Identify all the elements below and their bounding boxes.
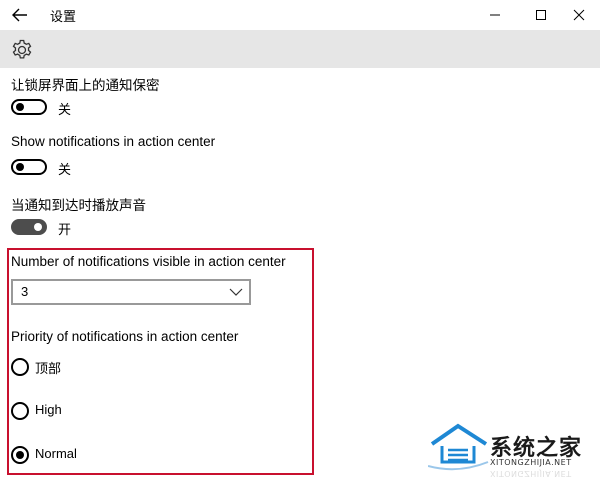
action-center-state: 关 bbox=[58, 162, 72, 177]
visible-count-label: Number of notifications visible in actio… bbox=[11, 254, 286, 269]
toggle-knob bbox=[16, 103, 24, 111]
radio-label: Normal bbox=[35, 446, 77, 461]
notification-sound-state: 开 bbox=[58, 222, 72, 237]
watermark-url-reflection: XITONGZHIJIA.NET bbox=[490, 469, 572, 478]
close-icon bbox=[573, 9, 585, 21]
notification-sound-toggle[interactable] bbox=[11, 219, 47, 235]
lock-screen-privacy-state: 关 bbox=[58, 102, 72, 117]
radio-button[interactable] bbox=[11, 402, 29, 420]
window-title: 设置 bbox=[50, 9, 77, 24]
action-center-label: Show notifications in action center bbox=[11, 134, 216, 149]
radio-selected-dot bbox=[16, 451, 24, 459]
gear-icon[interactable] bbox=[10, 38, 34, 62]
watermark-logo: 系统之家 XITONGZHIJIA.NET XITONGZHIJIA.NET bbox=[428, 418, 598, 478]
lock-screen-privacy-toggle[interactable] bbox=[11, 99, 47, 115]
back-arrow-icon bbox=[12, 8, 27, 22]
visible-count-dropdown[interactable]: 3 bbox=[11, 279, 251, 305]
radio-button[interactable] bbox=[11, 358, 29, 376]
header-band bbox=[0, 30, 600, 68]
minimize-button[interactable] bbox=[472, 0, 518, 30]
chevron-down-icon bbox=[229, 288, 243, 296]
action-center-toggle[interactable] bbox=[11, 159, 47, 175]
toggle-knob bbox=[34, 223, 42, 231]
minimize-icon bbox=[490, 14, 500, 16]
lock-screen-privacy-label: 让锁屏界面上的通知保密 bbox=[11, 78, 160, 93]
priority-label: Priority of notifications in action cent… bbox=[11, 329, 239, 344]
radio-label: 顶部 bbox=[35, 361, 62, 376]
toggle-knob bbox=[16, 163, 24, 171]
close-button[interactable] bbox=[556, 0, 600, 30]
maximize-icon bbox=[536, 10, 546, 20]
settings-window: 设置 让锁屏界面上的通知保密 关 Show notifications in a… bbox=[0, 0, 600, 483]
notification-sound-label: 当通知到达时播放声音 bbox=[11, 198, 146, 213]
dropdown-value: 3 bbox=[21, 284, 29, 299]
radio-label: High bbox=[35, 402, 62, 417]
watermark-url: XITONGZHIJIA.NET bbox=[490, 458, 572, 467]
title-bar: 设置 bbox=[0, 0, 600, 30]
house-logo-icon bbox=[428, 423, 489, 471]
back-button[interactable] bbox=[8, 4, 32, 26]
radio-button[interactable] bbox=[11, 446, 29, 464]
